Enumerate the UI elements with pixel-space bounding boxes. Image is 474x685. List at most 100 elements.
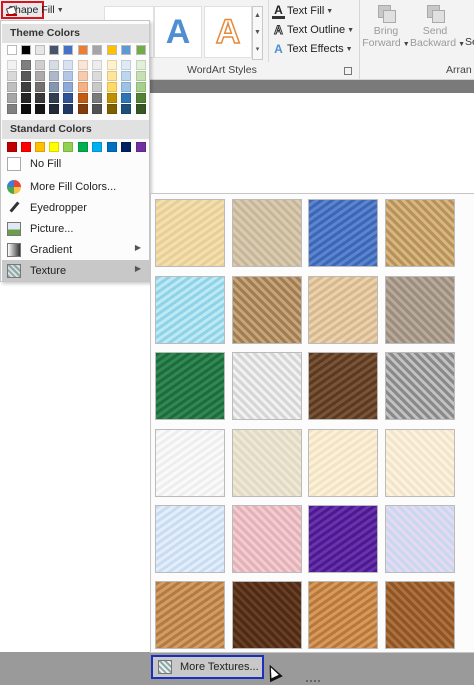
- wordart-style-2[interactable]: A: [154, 6, 202, 58]
- text-effects-button[interactable]: A Text Effects ▼: [272, 40, 352, 58]
- theme-color-shade-swatch[interactable]: [63, 93, 73, 103]
- theme-color-shade-swatch[interactable]: [136, 104, 146, 114]
- theme-color-shade-swatch[interactable]: [35, 104, 45, 114]
- theme-color-shade-swatch[interactable]: [92, 71, 102, 81]
- texture-swatch[interactable]: [308, 429, 378, 497]
- text-outline-button[interactable]: A Text Outline ▼: [272, 21, 354, 39]
- theme-color-shade-swatch[interactable]: [121, 71, 131, 81]
- texture-swatch[interactable]: [308, 505, 378, 573]
- selection-pane-button-partial[interactable]: Se: [465, 36, 474, 48]
- bring-forward-button[interactable]: Bring Forward ▼: [361, 2, 411, 62]
- theme-color-shade-swatch[interactable]: [49, 82, 59, 92]
- theme-color-shade-swatch[interactable]: [121, 104, 131, 114]
- theme-color-swatch[interactable]: [35, 45, 45, 55]
- standard-color-swatch[interactable]: [107, 142, 117, 152]
- texture-swatch[interactable]: [308, 352, 378, 420]
- texture-swatch[interactable]: [385, 276, 455, 344]
- texture-swatch[interactable]: [155, 581, 225, 649]
- theme-color-shade-swatch[interactable]: [7, 93, 17, 103]
- theme-color-shade-swatch[interactable]: [107, 71, 117, 81]
- texture-swatch[interactable]: [232, 199, 302, 267]
- eyedropper-item[interactable]: Eyedropper: [2, 197, 149, 218]
- theme-color-shade-swatch[interactable]: [35, 82, 45, 92]
- no-fill-item[interactable]: No Fill: [2, 153, 149, 174]
- wordart-style-3[interactable]: A: [204, 6, 252, 58]
- theme-color-shade-swatch[interactable]: [7, 71, 17, 81]
- texture-swatch[interactable]: [232, 352, 302, 420]
- theme-color-swatch[interactable]: [92, 45, 102, 55]
- texture-swatch[interactable]: [155, 199, 225, 267]
- theme-color-shade-swatch[interactable]: [7, 104, 17, 114]
- theme-color-shade-swatch[interactable]: [21, 104, 31, 114]
- texture-swatch[interactable]: [232, 581, 302, 649]
- theme-color-shade-swatch[interactable]: [49, 93, 59, 103]
- theme-color-shade-swatch[interactable]: [92, 104, 102, 114]
- theme-color-shade-swatch[interactable]: [136, 71, 146, 81]
- texture-swatch[interactable]: [155, 276, 225, 344]
- theme-color-shade-swatch[interactable]: [49, 71, 59, 81]
- theme-color-swatch[interactable]: [7, 45, 17, 55]
- theme-color-shade-swatch[interactable]: [121, 93, 131, 103]
- texture-swatch[interactable]: [232, 505, 302, 573]
- theme-color-shade-swatch[interactable]: [63, 60, 73, 70]
- theme-color-swatch[interactable]: [107, 45, 117, 55]
- theme-color-swatch[interactable]: [63, 45, 73, 55]
- texture-swatch[interactable]: [385, 429, 455, 497]
- texture-swatch[interactable]: [385, 581, 455, 649]
- theme-color-shade-swatch[interactable]: [78, 82, 88, 92]
- theme-color-swatch[interactable]: [78, 45, 88, 55]
- theme-color-shade-swatch[interactable]: [121, 82, 131, 92]
- resize-grip-icon[interactable]: [306, 680, 320, 683]
- texture-swatch[interactable]: [385, 352, 455, 420]
- texture-swatch[interactable]: [232, 429, 302, 497]
- text-fill-button[interactable]: A Text Fill ▼: [272, 2, 333, 20]
- theme-color-shade-swatch[interactable]: [78, 71, 88, 81]
- standard-color-swatch[interactable]: [21, 142, 31, 152]
- texture-swatch[interactable]: [155, 352, 225, 420]
- theme-color-shade-swatch[interactable]: [121, 60, 131, 70]
- texture-swatch[interactable]: [155, 429, 225, 497]
- standard-color-swatch[interactable]: [63, 142, 73, 152]
- texture-swatch[interactable]: [232, 276, 302, 344]
- texture-swatch[interactable]: [155, 505, 225, 573]
- theme-color-shade-swatch[interactable]: [7, 82, 17, 92]
- theme-color-shade-swatch[interactable]: [136, 82, 146, 92]
- theme-color-shade-swatch[interactable]: [49, 104, 59, 114]
- dialog-launcher-icon[interactable]: [344, 67, 352, 75]
- theme-color-shade-swatch[interactable]: [63, 104, 73, 114]
- theme-color-swatch[interactable]: [136, 45, 146, 55]
- texture-swatch[interactable]: [308, 581, 378, 649]
- theme-color-shade-swatch[interactable]: [92, 60, 102, 70]
- send-backward-button[interactable]: Send Backward ▼: [410, 2, 465, 62]
- theme-color-shade-swatch[interactable]: [78, 104, 88, 114]
- theme-color-shade-swatch[interactable]: [107, 82, 117, 92]
- theme-color-shade-swatch[interactable]: [107, 104, 117, 114]
- theme-color-shade-swatch[interactable]: [78, 60, 88, 70]
- theme-color-shade-swatch[interactable]: [21, 71, 31, 81]
- theme-color-shade-swatch[interactable]: [107, 93, 117, 103]
- standard-color-swatch[interactable]: [92, 142, 102, 152]
- standard-color-swatch[interactable]: [49, 142, 59, 152]
- texture-swatch[interactable]: [308, 276, 378, 344]
- gradient-item[interactable]: Gradient ▶: [2, 239, 149, 260]
- theme-color-shade-swatch[interactable]: [92, 82, 102, 92]
- texture-swatch[interactable]: [385, 199, 455, 267]
- theme-color-shade-swatch[interactable]: [107, 60, 117, 70]
- theme-color-shade-swatch[interactable]: [35, 71, 45, 81]
- theme-color-shade-swatch[interactable]: [21, 93, 31, 103]
- theme-color-swatch[interactable]: [21, 45, 31, 55]
- theme-color-shade-swatch[interactable]: [35, 60, 45, 70]
- standard-color-swatch[interactable]: [78, 142, 88, 152]
- theme-color-shade-swatch[interactable]: [78, 93, 88, 103]
- picture-item[interactable]: Picture...: [2, 218, 149, 239]
- theme-color-shade-swatch[interactable]: [92, 93, 102, 103]
- theme-color-shade-swatch[interactable]: [21, 60, 31, 70]
- standard-color-swatch[interactable]: [121, 142, 131, 152]
- standard-color-swatch[interactable]: [7, 142, 17, 152]
- more-fill-colors-item[interactable]: More Fill Colors...: [2, 176, 149, 197]
- standard-color-swatch[interactable]: [35, 142, 45, 152]
- theme-color-shade-swatch[interactable]: [63, 71, 73, 81]
- more-textures-button[interactable]: More Textures...: [151, 655, 264, 679]
- theme-color-shade-swatch[interactable]: [35, 93, 45, 103]
- texture-swatch[interactable]: [385, 505, 455, 573]
